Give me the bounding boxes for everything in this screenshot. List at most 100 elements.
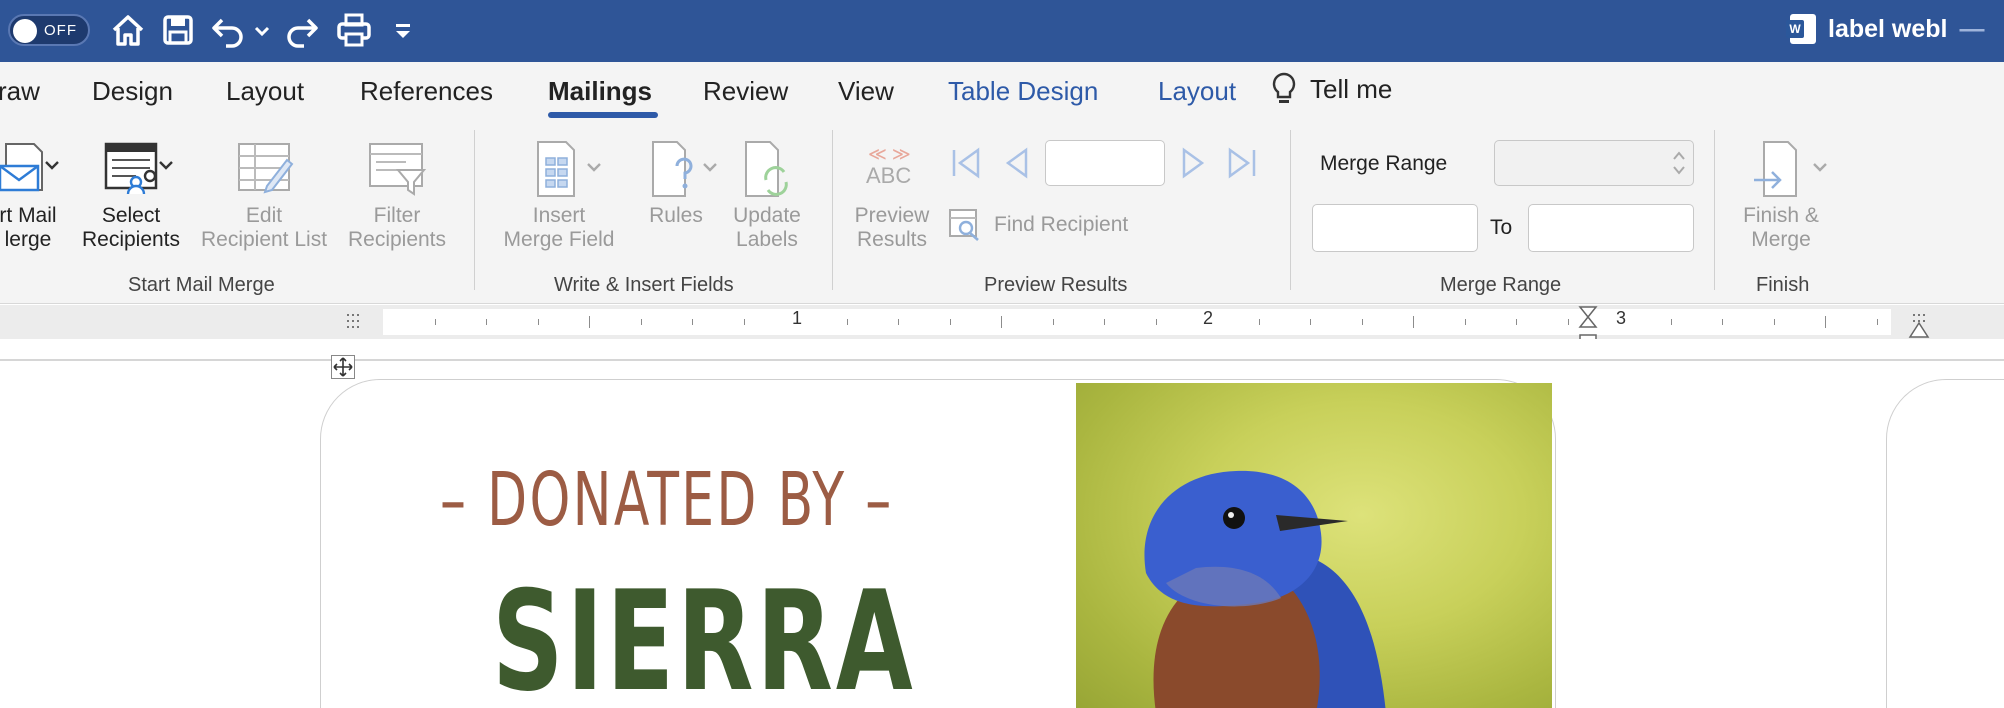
insert-merge-field-button[interactable]: Insert Merge Field: [496, 140, 622, 252]
chevron-down-icon[interactable]: [702, 162, 718, 174]
filter-label-1: Filter: [373, 204, 421, 227]
ruler-tick: [1053, 319, 1054, 325]
finish-label-2: Merge: [1751, 228, 1811, 251]
group-label-write-insert: Write & Insert Fields: [554, 274, 734, 296]
chevron-down-icon[interactable]: [44, 160, 60, 172]
mailings-ribbon: rt Mail lerge Select Recipients Edit Rec…: [0, 124, 2004, 304]
preview-results-label-2: Results: [856, 228, 928, 251]
insert-merge-field-label-2: Merge Field: [503, 228, 615, 251]
abc-glyph: ABC: [866, 163, 912, 188]
chevron-down-icon[interactable]: [158, 160, 174, 172]
select-recipients-button[interactable]: Select Recipients: [76, 140, 186, 252]
toggle-knob: [13, 19, 37, 43]
update-labels-icon: [745, 141, 788, 197]
filter-recipients-button[interactable]: Filter Recipients: [340, 140, 454, 252]
merge-from-input[interactable]: [1312, 204, 1478, 252]
select-recipients-label-2: Recipients: [81, 228, 181, 251]
select-recipients-icon: [104, 142, 158, 195]
find-recipient-button[interactable]: Find Recipient: [948, 208, 1128, 242]
document-canvas[interactable]: – DONATED BY – SIERRA: [0, 339, 2004, 708]
ruler-tick: [1362, 319, 1363, 325]
home-icon[interactable]: [108, 10, 148, 50]
ruler-tick: [950, 319, 951, 325]
ruler-number: 3: [1616, 308, 1627, 328]
undo-icon[interactable]: [208, 10, 248, 50]
finish-merge-button[interactable]: Finish & Merge: [1734, 140, 1828, 252]
left-margin-handle-icon[interactable]: [344, 309, 362, 335]
tab-table-layout[interactable]: Layout: [1158, 76, 1236, 107]
preview-results-button[interactable]: ≪ ≫ ABC Preview Results: [850, 142, 934, 252]
donated-by-heading: – DONATED BY –: [440, 457, 894, 543]
page-top-edge: [0, 359, 2004, 361]
last-record-icon[interactable]: [1226, 146, 1260, 180]
ruler-tick: [1465, 319, 1466, 325]
update-labels-label-2: Labels: [736, 228, 798, 251]
ruler-tick: [1722, 319, 1723, 325]
right-indent-marker-icon[interactable]: [1908, 315, 1930, 339]
tab-layout[interactable]: Layout: [226, 76, 304, 107]
ruler-tick: [847, 319, 848, 325]
previous-record-icon[interactable]: [1000, 146, 1034, 180]
chevron-down-icon[interactable]: [1812, 162, 1828, 174]
autosave-toggle[interactable]: OFF: [8, 14, 90, 46]
next-record-icon[interactable]: [1176, 146, 1210, 180]
tab-draw[interactable]: raw: [0, 76, 40, 107]
ruler-tick: [1877, 319, 1878, 325]
to-label: To: [1490, 216, 1513, 239]
save-icon[interactable]: [158, 10, 198, 50]
update-labels-label-1: Update: [733, 204, 801, 227]
tab-view[interactable]: View: [838, 76, 894, 107]
group-label-preview: Preview Results: [984, 274, 1128, 296]
tab-design[interactable]: Design: [92, 76, 173, 107]
rules-icon: [652, 141, 693, 197]
ruler-tick: [1156, 319, 1157, 325]
record-number-input[interactable]: [1045, 140, 1165, 186]
tab-references[interactable]: References: [360, 76, 493, 107]
ruler-tick: [1413, 316, 1414, 328]
ruler-tick: [641, 319, 642, 325]
insert-merge-field-icon: [537, 141, 575, 197]
first-record-icon[interactable]: [948, 146, 982, 180]
autosave-state: OFF: [44, 22, 77, 39]
ruler-tick: [435, 319, 436, 325]
tab-review[interactable]: Review: [703, 76, 788, 107]
insert-merge-field-label-1: Insert: [532, 204, 586, 227]
group-separator: [1290, 130, 1291, 290]
tab-table-design[interactable]: Table Design: [948, 76, 1098, 107]
merge-to-input[interactable]: [1528, 204, 1694, 252]
rules-label: Rules: [649, 204, 703, 227]
ruler-tick: [1774, 319, 1775, 325]
ruler-number: 2: [1203, 308, 1214, 328]
table-move-handle-icon[interactable]: [331, 355, 355, 379]
group-label-start-mail-merge: Start Mail Merge: [128, 274, 275, 296]
ruler-tick: [486, 319, 487, 325]
customize-toolbar-icon[interactable]: [390, 10, 416, 50]
bluebird-photo[interactable]: [1076, 383, 1552, 708]
redo-icon[interactable]: [282, 10, 322, 50]
finish-label-1: Finish &: [1743, 204, 1819, 227]
update-labels-button[interactable]: Update Labels: [724, 140, 810, 252]
start-mail-merge-label-1: rt Mail: [0, 204, 57, 227]
ruler-tick: [1825, 316, 1826, 328]
start-mail-merge-button[interactable]: rt Mail lerge: [0, 140, 70, 252]
ruler-tick: [538, 319, 539, 325]
ruler-tick: [1516, 319, 1517, 325]
ribbon-tabs: raw Design Layout References Mailings Re…: [0, 62, 2004, 124]
preview-results-icon: ≪ ≫ ABC: [862, 142, 922, 198]
lightbulb-icon: [1272, 72, 1296, 103]
edit-recipient-list-button[interactable]: Edit Recipient List: [194, 140, 334, 252]
merge-range-select[interactable]: [1494, 140, 1694, 186]
stepper-arrows-icon[interactable]: [1672, 148, 1686, 178]
rules-button[interactable]: Rules: [636, 140, 716, 228]
tell-me-search[interactable]: Tell me: [1272, 72, 1392, 106]
word-doc-icon: W: [1786, 14, 1816, 44]
label-cell-next[interactable]: [1886, 379, 2004, 708]
chevron-down-icon[interactable]: [586, 162, 602, 174]
ruler-tick: [898, 319, 899, 325]
filter-label-2: Recipients: [347, 228, 447, 251]
print-icon[interactable]: [334, 10, 374, 50]
finish-merge-icon: [1754, 141, 1797, 197]
undo-dropdown-chevron-down-icon[interactable]: [250, 10, 274, 50]
tab-mailings[interactable]: Mailings: [548, 76, 652, 107]
ruler-tick: [589, 316, 590, 328]
